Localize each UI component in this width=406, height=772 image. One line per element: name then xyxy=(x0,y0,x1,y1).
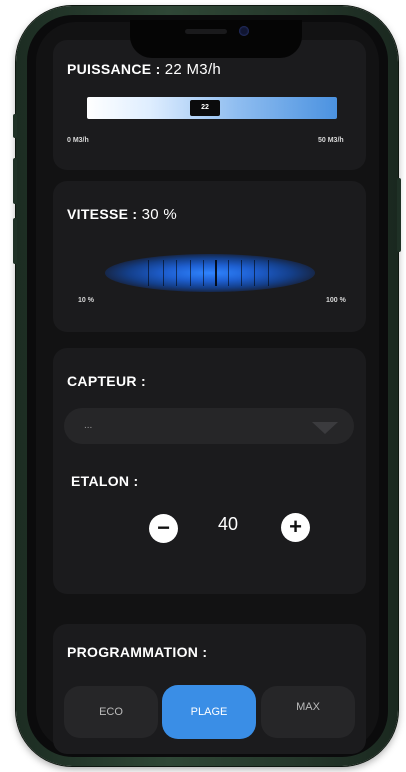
chevron-down-icon xyxy=(312,422,338,434)
side-button-mute xyxy=(13,114,17,138)
speed-value: 30 % xyxy=(141,206,177,223)
speed-tick xyxy=(268,260,269,286)
power-min-label: 0 M3/h xyxy=(67,137,89,144)
speed-tick xyxy=(148,260,149,286)
program-tab-plage[interactable]: PLAGE xyxy=(162,685,256,739)
etalon-label: ETALON : xyxy=(71,473,139,489)
speed-thumb[interactable] xyxy=(215,260,217,286)
program-tab-max[interactable]: MAX xyxy=(261,686,355,738)
sensor-label: CAPTEUR : xyxy=(67,373,146,389)
etalon-value: 40 xyxy=(217,514,239,534)
speed-tick xyxy=(241,260,242,286)
side-button-power xyxy=(397,178,401,252)
speed-min-label: 10 % xyxy=(78,297,94,304)
speed-tick xyxy=(163,260,164,286)
etalon-decrement-button[interactable]: − xyxy=(149,514,178,543)
notch xyxy=(130,20,302,58)
speed-tick xyxy=(228,260,229,286)
speed-tick xyxy=(190,260,191,286)
sensor-dropdown-value: ... xyxy=(84,420,93,431)
minus-icon: − xyxy=(157,515,170,540)
power-label: PUISSANCE : xyxy=(67,61,161,77)
side-button-volume-up xyxy=(13,158,17,204)
program-tab-eco[interactable]: ECO xyxy=(64,686,158,738)
power-max-label: 50 M3/h xyxy=(318,137,344,144)
speed-label: VITESSE : xyxy=(67,206,138,222)
power-bar-marker[interactable]: 22 xyxy=(190,100,220,116)
speed-tick xyxy=(203,260,204,286)
etalon-increment-button[interactable]: + xyxy=(281,513,310,542)
speed-title: VITESSE : 30 % xyxy=(67,206,177,223)
camera xyxy=(239,26,249,36)
program-label: PROGRAMMATION : xyxy=(67,644,208,660)
speed-tick xyxy=(176,260,177,286)
sensor-dropdown[interactable]: ... xyxy=(64,408,354,444)
power-value: 22 M3/h xyxy=(164,61,222,78)
plus-icon: + xyxy=(289,514,302,539)
power-title: PUISSANCE : 22 M3/h xyxy=(67,61,221,78)
side-button-volume-down xyxy=(13,218,17,264)
speed-slider[interactable] xyxy=(105,254,315,292)
speed-max-label: 100 % xyxy=(326,297,346,304)
speaker xyxy=(185,29,227,34)
speed-tick xyxy=(254,260,255,286)
